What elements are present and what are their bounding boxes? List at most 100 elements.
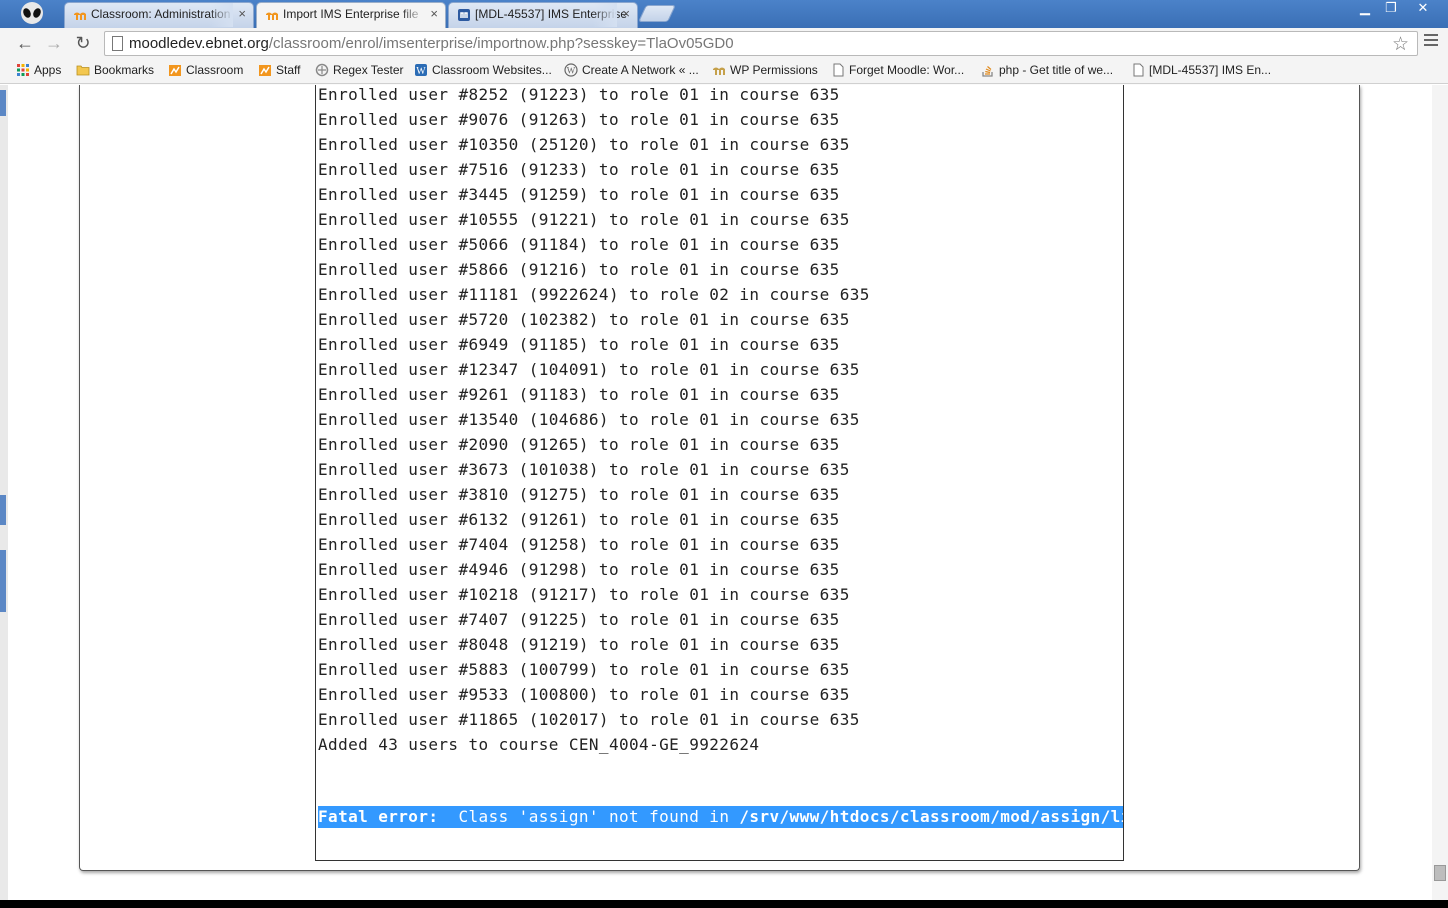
stackoverflow-icon xyxy=(982,66,993,77)
bookmark-star-icon[interactable]: ☆ xyxy=(1392,33,1409,56)
log-line: Enrolled user #5720 (102382) to role 01 … xyxy=(318,310,850,329)
bookmark-label: Forget Moodle: Wor... xyxy=(849,63,965,77)
alien-avatar-icon[interactable] xyxy=(18,1,46,27)
log-line: Enrolled user #9533 (100800) to role 01 … xyxy=(318,685,850,704)
close-tab-icon[interactable]: × xyxy=(238,3,246,25)
new-tab-button[interactable] xyxy=(638,5,676,22)
fatal-error-label: Fatal error: xyxy=(318,807,439,826)
url-host: moodledev.ebnet.org xyxy=(129,35,269,52)
fatal-error-text: Class 'assign' not found in xyxy=(438,807,740,826)
log-line: Enrolled user #5066 (91184) to role 01 i… xyxy=(318,235,840,254)
bookmark-wp-permissions[interactable]: WP Permissions xyxy=(712,62,818,80)
close-window-button[interactable]: ✕ xyxy=(1408,0,1438,18)
bookmarks-bar: Apps Bookmarks Classroom Staff Regex Tes… xyxy=(0,58,1448,84)
moodle-icon xyxy=(169,65,181,76)
vertical-scrollbar[interactable] xyxy=(1432,85,1448,900)
log-line: Enrolled user #5883 (100799) to role 01 … xyxy=(318,660,850,679)
back-button[interactable]: ← xyxy=(14,32,36,54)
apps-grid-icon xyxy=(17,64,29,76)
log-line: Enrolled user #3445 (91259) to role 01 i… xyxy=(318,185,840,204)
edge-segment xyxy=(0,90,6,116)
bookmark-label: WP Permissions xyxy=(730,63,818,77)
menu-icon[interactable] xyxy=(1424,34,1438,48)
log-line: Enrolled user #9076 (91263) to role 01 i… xyxy=(318,110,840,129)
bookmark-mdl-45537[interactable]: [MDL-45537] IMS En... xyxy=(1131,62,1271,80)
close-tab-icon[interactable]: × xyxy=(622,3,630,25)
bookmark-forget-moodle[interactable]: Forget Moodle: Wor... xyxy=(831,62,964,80)
svg-text:W: W xyxy=(416,66,426,77)
page-icon xyxy=(112,36,123,51)
jira-icon xyxy=(458,9,470,21)
moodle-icon xyxy=(266,12,278,20)
wordpress-icon: W xyxy=(415,64,427,77)
log-line: Enrolled user #3810 (91275) to role 01 i… xyxy=(318,485,840,504)
bookmark-label: Apps xyxy=(34,63,62,77)
page-content: Enrolled user #8252 (91223) to role 01 i… xyxy=(0,85,1448,900)
log-line: Enrolled user #3673 (101038) to role 01 … xyxy=(318,460,850,479)
minimize-button[interactable]: ▁ xyxy=(1352,0,1378,18)
bookmark-label: Create A Network « ... xyxy=(582,63,699,77)
bookmark-staff[interactable]: Staff xyxy=(258,62,300,80)
bookmark-label: Classroom xyxy=(186,63,244,77)
log-line: Enrolled user #6132 (91261) to role 01 i… xyxy=(318,510,840,529)
folder-icon xyxy=(76,65,90,76)
log-line: Enrolled user #10350 (25120) to role 01 … xyxy=(318,135,850,154)
bookmark-classroom[interactable]: Classroom xyxy=(168,62,243,80)
address-bar[interactable]: moodledev.ebnet.org/classroom/enrol/imse… xyxy=(104,31,1418,56)
log-line: Enrolled user #10555 (91221) to role 01 … xyxy=(318,210,850,229)
bookmark-label: Regex Tester xyxy=(333,63,404,77)
forward-button[interactable]: → xyxy=(43,32,65,54)
moodle-icon xyxy=(74,12,86,20)
log-line: Enrolled user #6949 (91185) to role 01 i… xyxy=(318,335,840,354)
url-path: /classroom/enrol/imsenterprise/importnow… xyxy=(268,35,734,52)
log-line: Enrolled user #2090 (91265) to role 01 i… xyxy=(318,435,840,454)
log-line: Enrolled user #13540 (104686) to role 01… xyxy=(318,410,860,429)
edge-segment xyxy=(0,550,6,612)
import-log-lines: Enrolled user #8252 (91223) to role 01 i… xyxy=(318,85,870,757)
reload-button[interactable]: ↻ xyxy=(72,32,94,54)
close-tab-icon[interactable]: × xyxy=(430,3,438,25)
bookmark-label: [MDL-45537] IMS En... xyxy=(1149,63,1272,77)
log-line: Enrolled user #11865 (102017) to role 01… xyxy=(318,710,860,729)
fatal-error-path: /srv/www/htdocs/classroom/mod/assign/lib… xyxy=(739,807,1124,826)
svg-text:W: W xyxy=(567,66,576,76)
browser-toolbar: ← → ↻ moodledev.ebnet.org/classroom/enro… xyxy=(0,28,1448,58)
bookmark-apps[interactable]: Apps xyxy=(16,62,61,80)
tab-import-ims-enterprise[interactable]: Import IMS Enterprise file × xyxy=(256,2,446,28)
restore-button[interactable]: ❐ xyxy=(1378,0,1404,18)
bookmark-create-a-network[interactable]: W Create A Network « ... xyxy=(564,62,699,80)
bookmark-regex-tester[interactable]: Regex Tester xyxy=(315,62,403,80)
tab-classroom-administration[interactable]: Classroom: Administration × xyxy=(64,2,254,28)
fatal-error-message: Fatal error: Class 'assign' not found in… xyxy=(318,806,1124,828)
tab-fade xyxy=(401,3,425,27)
moodle-icon xyxy=(713,67,725,75)
log-line: Enrolled user #11181 (9922624) to role 0… xyxy=(318,285,870,304)
edge-segment xyxy=(0,495,6,525)
tab-mdl-45537[interactable]: [MDL-45537] IMS Enterprise × xyxy=(448,2,638,28)
log-line: Enrolled user #8048 (91219) to role 01 i… xyxy=(318,635,840,654)
log-line: Enrolled user #7516 (91233) to role 01 i… xyxy=(318,160,840,179)
scrollbar-thumb[interactable] xyxy=(1434,865,1446,881)
log-line: Enrolled user #8252 (91223) to role 01 i… xyxy=(318,85,840,104)
page-icon xyxy=(833,63,844,77)
tab-fade xyxy=(593,3,617,27)
url-text[interactable]: moodledev.ebnet.org/classroom/enrol/imse… xyxy=(129,35,734,52)
log-line: Enrolled user #4946 (91298) to role 01 i… xyxy=(318,560,840,579)
bookmark-label: Staff xyxy=(276,63,301,77)
bookmark-php-get-title[interactable]: php - Get title of we... xyxy=(981,62,1113,80)
bookmark-label: php - Get title of we... xyxy=(999,63,1114,77)
log-line: Enrolled user #9261 (91183) to role 01 i… xyxy=(318,385,840,404)
tab-title: Import IMS Enterprise file xyxy=(283,7,419,21)
log-summary-line: Added 43 users to course CEN_4004-GE_992… xyxy=(318,735,760,754)
page-icon xyxy=(1133,63,1144,77)
window-titlebar: Classroom: Administration × Import IMS E… xyxy=(0,0,1448,28)
bookmark-label: Classroom Websites... xyxy=(432,63,552,77)
bookmark-classroom-websites[interactable]: W Classroom Websites... xyxy=(414,62,552,80)
import-log-box: Enrolled user #8252 (91223) to role 01 i… xyxy=(315,85,1124,861)
left-window-edge xyxy=(0,85,8,900)
bookmark-folder-bookmarks[interactable]: Bookmarks xyxy=(76,62,154,80)
log-line: Enrolled user #10218 (91217) to role 01 … xyxy=(318,585,850,604)
log-line: Enrolled user #12347 (104091) to role 01… xyxy=(318,360,860,379)
regex-icon xyxy=(315,63,329,77)
log-line: Enrolled user #7407 (91225) to role 01 i… xyxy=(318,610,840,629)
